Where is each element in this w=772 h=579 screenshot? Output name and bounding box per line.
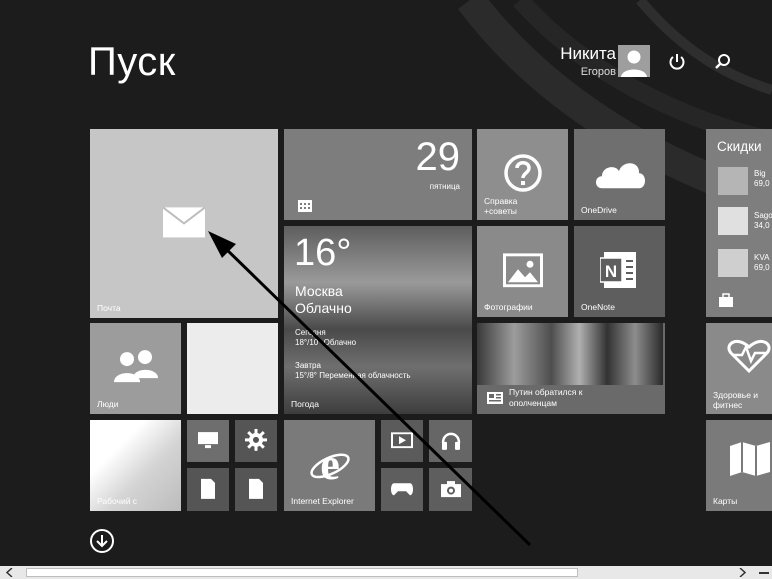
- tile-onedrive-label: OneDrive: [581, 205, 617, 215]
- tile-mail-label: Почта: [97, 303, 121, 313]
- news-photo: [477, 323, 663, 385]
- user-avatar[interactable]: [618, 45, 650, 77]
- tile-help-label: Справка +советы: [484, 196, 518, 216]
- store-item-image: [718, 249, 748, 277]
- weather-temperature: 16°: [294, 232, 352, 274]
- tile-people-label: Люди: [97, 399, 119, 409]
- power-button[interactable]: [667, 52, 687, 72]
- power-icon: [669, 54, 685, 70]
- horizontal-scrollbar[interactable]: [0, 566, 772, 579]
- scroll-right-icon[interactable]: [738, 568, 746, 577]
- document-icon: [201, 478, 215, 499]
- tile-video[interactable]: [381, 420, 423, 462]
- tile-camera[interactable]: [429, 468, 472, 511]
- store-title: Скидки: [717, 139, 762, 154]
- tile-weather[interactable]: 16° Москва Облачно Сегодня 18°/10° Облач…: [284, 226, 472, 414]
- tile-onedrive[interactable]: OneDrive: [574, 129, 665, 220]
- search-icon: [715, 54, 730, 69]
- tile-settings[interactable]: [235, 420, 277, 462]
- tile-store[interactable]: Скидки Big 69,0 Sago 34,0 KVA 69,0: [706, 129, 772, 317]
- tile-documents[interactable]: [187, 468, 229, 511]
- video-play-icon: [391, 432, 413, 449]
- envelope-icon: [162, 206, 206, 237]
- tile-photos-label: Фотографии: [484, 302, 533, 312]
- tile-health-fitness[interactable]: Здоровье и фитнес: [706, 323, 772, 414]
- calendar-icon: [298, 200, 312, 212]
- tile-music[interactable]: [429, 420, 472, 462]
- tile-weather-label: Погода: [291, 399, 319, 409]
- news-icon: [487, 392, 503, 404]
- store-item-name: Sago 34,0: [754, 211, 772, 230]
- gear-icon: [245, 428, 267, 451]
- tile-calendar[interactable]: 29 пятница: [284, 129, 472, 220]
- camera-icon: [440, 480, 461, 497]
- user-silhouette-icon: [618, 45, 650, 77]
- store-item-image: [718, 207, 748, 235]
- tile-maps-label: Карты: [713, 496, 738, 506]
- computer-icon: [198, 432, 218, 449]
- tile-desktop-label: Рабочий с: [97, 496, 138, 506]
- tile-health-fitness-label: Здоровье и фитнес: [713, 390, 759, 410]
- svg-text:e: e: [320, 442, 340, 484]
- weather-city: Москва: [295, 283, 343, 299]
- tile-games[interactable]: [381, 468, 423, 511]
- zoom-out-icon[interactable]: [758, 568, 770, 577]
- photo-icon: [502, 252, 543, 287]
- tile-news[interactable]: Путин обратился к ополченцам: [477, 323, 665, 414]
- weather-today-forecast: 18°/10° Облачно: [295, 338, 357, 347]
- tile-internet-explorer-label: Internet Explorer: [291, 496, 354, 506]
- tile-maps[interactable]: Карты: [706, 420, 772, 511]
- cloud-icon: [595, 162, 645, 188]
- tile-onenote-label: OneNote: [581, 302, 616, 312]
- store-item-image: [718, 167, 748, 195]
- user-first-name: Никита: [560, 44, 616, 63]
- tile-this-pc[interactable]: [187, 420, 229, 462]
- weather-condition: Облачно: [295, 300, 352, 316]
- tile-files[interactable]: [235, 468, 277, 511]
- gamepad-icon: [391, 482, 413, 495]
- tile-people[interactable]: Люди: [90, 323, 181, 414]
- arrow-down-icon: [96, 535, 108, 548]
- store-bag-icon: [719, 293, 733, 307]
- user-last-name: Егоров: [580, 66, 616, 78]
- tile-desktop[interactable]: Рабочий с: [90, 420, 181, 511]
- people-icon: [113, 349, 158, 382]
- store-item-name: KVA 69,0: [754, 253, 770, 272]
- start-screen-title: Пуск: [88, 40, 176, 84]
- news-headline: Путин обратился к ополченцам: [509, 387, 583, 408]
- headphones-icon: [441, 432, 460, 450]
- weather-tomorrow-label: Завтра: [295, 361, 321, 370]
- scrollbar-thumb[interactable]: [26, 568, 578, 577]
- tile-mail[interactable]: Почта: [90, 129, 278, 318]
- file-icon: [249, 478, 263, 499]
- user-account[interactable]: Никита Егоров: [530, 44, 616, 78]
- calendar-weekday: пятница: [429, 182, 460, 191]
- tile-internet-explorer[interactable]: e Internet Explorer: [284, 420, 375, 511]
- all-apps-button[interactable]: [90, 529, 114, 553]
- tile-photos[interactable]: Фотографии: [477, 226, 568, 317]
- internet-explorer-icon: e: [309, 442, 350, 484]
- calendar-day-number: 29: [415, 135, 461, 179]
- tile-onenote[interactable]: N OneNote: [574, 226, 665, 317]
- weather-tomorrow-forecast: 15°/8° Переменная облачность: [295, 371, 411, 380]
- tile-blank[interactable]: [187, 323, 278, 414]
- svg-text:N: N: [604, 262, 616, 281]
- search-button[interactable]: [713, 52, 733, 72]
- help-question-icon: [503, 153, 542, 192]
- weather-today-label: Сегодня: [295, 328, 326, 337]
- map-icon: [730, 442, 770, 476]
- store-item-name: Big 69,0: [754, 169, 770, 188]
- onenote-icon: N: [599, 251, 636, 288]
- scroll-left-icon[interactable]: [6, 568, 14, 577]
- tile-help[interactable]: Справка +советы: [477, 129, 568, 220]
- heart-pulse-icon: [727, 340, 771, 373]
